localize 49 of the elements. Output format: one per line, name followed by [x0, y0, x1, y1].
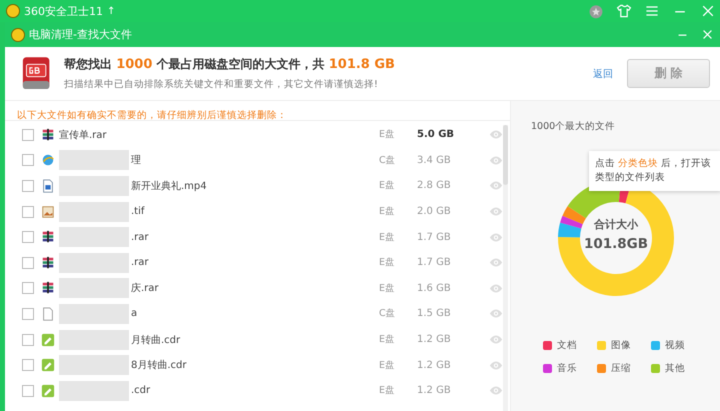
tooltip: 点击 分类色块 后，打开该类型的文件列表	[589, 151, 720, 191]
legend-label[interactable]: 音乐	[557, 362, 577, 375]
file-name: 宣传单.rar	[59, 128, 107, 142]
file-size: 1.2 GB	[417, 360, 452, 371]
file-name: 新开业典礼.mp4	[131, 180, 207, 193]
file-name: 月转曲.cdr	[131, 334, 180, 347]
legend-label[interactable]: 其他	[665, 362, 685, 375]
file-name: .cdr	[131, 385, 150, 396]
drive-label: E盘	[379, 282, 396, 295]
app-title: 360安全卫士11	[24, 4, 103, 18]
file-size: 1.5 GB	[417, 308, 452, 320]
file-size: 2.8 GB	[417, 180, 452, 192]
file-size: 2.0 GB	[417, 206, 452, 218]
drive-label: C盘	[379, 154, 397, 167]
file-size: 5.0 GB	[417, 129, 456, 140]
legend-label[interactable]: 压缩	[611, 362, 631, 375]
total-label: 合计大小	[592, 217, 639, 232]
file-name: a	[131, 308, 138, 320]
file-name: 庆.rar	[131, 282, 159, 296]
legend-label[interactable]: 文档	[557, 339, 577, 352]
result-headline: 帮您找出 1000 个最占用磁盘空间的大文件，共 101.8 GB	[64, 56, 396, 73]
file-name: 8月转曲.cdr	[131, 358, 186, 372]
drive-label: E盘	[379, 256, 396, 270]
file-name: .rar	[131, 257, 149, 268]
drive-label: E盘	[379, 205, 396, 218]
file-name: .rar	[131, 232, 149, 243]
file-size: 1.2 GB	[417, 385, 452, 396]
file-size: 1.7 GB	[417, 232, 452, 243]
drive-label: E盘	[379, 358, 396, 372]
total-value: 101.8GB	[582, 235, 650, 253]
file-name: .tif	[131, 206, 144, 218]
drive-label: E盘	[379, 384, 396, 398]
result-note: 扫描结果中已自动排除系统关键文件和重要文件，其它文件请谨慎选择!	[64, 78, 379, 91]
file-size: 1.7 GB	[417, 257, 452, 268]
file-size: 1.2 GB	[417, 334, 452, 346]
window-title: 电脑清理-查找大文件	[29, 27, 132, 42]
drive-label: E盘	[379, 128, 396, 142]
drive-label: E盘	[379, 179, 396, 192]
drive-label: C盘	[379, 307, 397, 320]
file-size: 3.4 GB	[417, 154, 452, 166]
summary-title: 1000个最大的文件	[530, 120, 616, 133]
file-size: 1.6 GB	[417, 282, 452, 294]
legend-label[interactable]: 视频	[665, 339, 685, 352]
legend-label[interactable]: 图像	[611, 339, 631, 352]
warning-text: 以下大文件如有确实不需要的，请仔细辨别后谨慎选择删除：	[5, 101, 510, 121]
drive-label: E盘	[379, 333, 396, 346]
drive-label: E盘	[379, 230, 396, 244]
back-link[interactable]: 返回	[593, 66, 613, 80]
file-name: 理	[131, 154, 141, 168]
